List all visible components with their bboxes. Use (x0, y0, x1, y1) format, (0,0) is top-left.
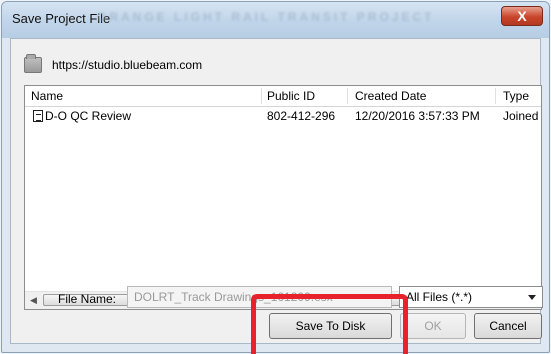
row-public-id: 802-412-296 (267, 109, 336, 123)
column-header-name[interactable]: Name (31, 89, 63, 103)
folder-icon[interactable] (24, 54, 42, 73)
location-bar: https://studio.bluebeam.com (24, 54, 529, 76)
cancel-button[interactable]: Cancel (474, 313, 542, 339)
project-list: Name Public ID Created Date Type D-O QC … (24, 85, 542, 310)
title-watermark: ORANGE LIGHT RAIL TRANSIT PROJECT (97, 10, 435, 24)
file-type-select[interactable]: All Files (*.*) (399, 286, 543, 308)
column-header-created-date[interactable]: Created Date (355, 89, 426, 103)
column-divider[interactable] (261, 88, 262, 104)
dialog-title: Save Project File (12, 11, 111, 26)
column-header-public-id[interactable]: Public ID (267, 89, 315, 103)
column-header-type[interactable]: Type (503, 89, 529, 103)
list-header: Name Public ID Created Date Type (25, 86, 541, 107)
ok-button[interactable]: OK (400, 313, 466, 339)
file-name-value: DOLRT_Track Drawings_161209.esx (134, 290, 333, 304)
file-type-value: All Files (*.*) (406, 290, 473, 304)
document-icon (33, 110, 43, 122)
row-type: Joined (503, 109, 539, 123)
title-bar: Save Project File ORANGE LIGHT RAIL TRAN… (2, 2, 549, 38)
table-row[interactable]: D-O QC Review 802-412-296 12/20/2016 3:5… (25, 107, 541, 125)
file-name-label: File Name: (58, 292, 117, 306)
chevron-down-icon[interactable] (380, 294, 388, 299)
close-button[interactable]: X (501, 6, 543, 26)
save-project-dialog: Save Project File ORANGE LIGHT RAIL TRAN… (1, 1, 550, 353)
column-divider[interactable] (347, 88, 348, 104)
scroll-left-icon[interactable]: ◀ (30, 295, 37, 306)
row-name: D-O QC Review (45, 109, 132, 123)
column-divider[interactable] (495, 88, 496, 104)
save-to-disk-button[interactable]: Save To Disk (269, 313, 392, 339)
location-url: https://studio.bluebeam.com (52, 58, 203, 72)
chevron-down-icon[interactable] (528, 295, 536, 300)
file-name-input[interactable]: DOLRT_Track Drawings_161209.esx (127, 286, 392, 308)
row-created-date: 12/20/2016 3:57:33 PM (355, 109, 480, 123)
